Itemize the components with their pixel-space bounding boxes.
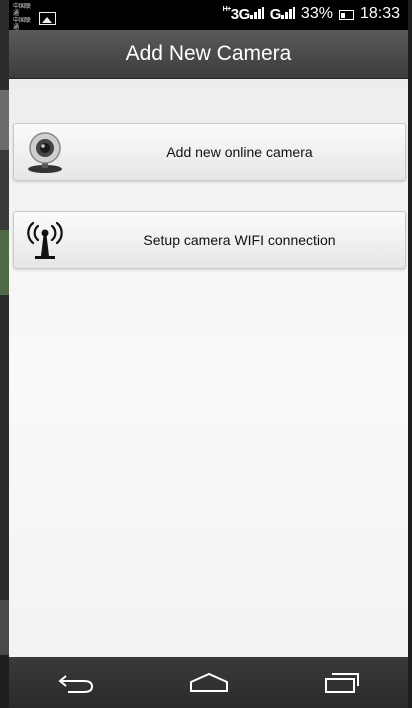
network-g-label: G	[269, 5, 282, 23]
page-title: Add New Camera	[125, 42, 292, 65]
carrier-line-1: 中国联通	[13, 4, 32, 17]
status-left: 中国联通 中国联通	[13, 4, 56, 32]
network-3g-indicator: H+3G	[223, 6, 264, 23]
network-g-indicator: G	[270, 6, 295, 23]
content-area: Add new online camera Setup camera WIFI …	[9, 79, 408, 657]
back-button[interactable]	[46, 663, 106, 703]
setup-wifi-label: Setup camera WIFI connection	[143, 232, 336, 248]
navigation-bar	[9, 657, 408, 708]
webcam-icon	[28, 132, 62, 173]
signal-bars-icon-2	[280, 6, 295, 19]
network-3g-label: 3G	[230, 5, 251, 23]
status-bar: 中国联通 中国联通 H+3G G 33% 18:33	[9, 0, 408, 32]
home-button[interactable]	[179, 663, 239, 703]
image-notification-icon	[39, 11, 56, 25]
back-icon	[57, 674, 93, 693]
add-online-camera-button[interactable]: Add new online camera	[13, 123, 406, 181]
app-screen: 中国联通 中国联通 H+3G G 33% 18:33 Add New Camer…	[9, 0, 408, 708]
wifi-antenna-icon	[27, 221, 63, 259]
carrier-label: 中国联通 中国联通	[13, 4, 35, 32]
battery-icon	[338, 10, 354, 20]
setup-wifi-button[interactable]: Setup camera WIFI connection	[13, 211, 406, 269]
right-edge	[408, 0, 412, 708]
add-online-camera-label: Add new online camera	[166, 144, 313, 160]
signal-bars-icon	[249, 6, 264, 19]
home-icon	[189, 672, 228, 692]
background-app-edge	[0, 0, 9, 708]
battery-percent: 33%	[300, 5, 333, 22]
clock: 18:33	[359, 5, 400, 22]
recent-apps-button[interactable]	[312, 663, 372, 703]
status-right: H+3G G 33% 18:33	[223, 5, 400, 23]
title-bar: Add New Camera	[9, 30, 408, 79]
recent-apps-icon	[324, 672, 359, 693]
